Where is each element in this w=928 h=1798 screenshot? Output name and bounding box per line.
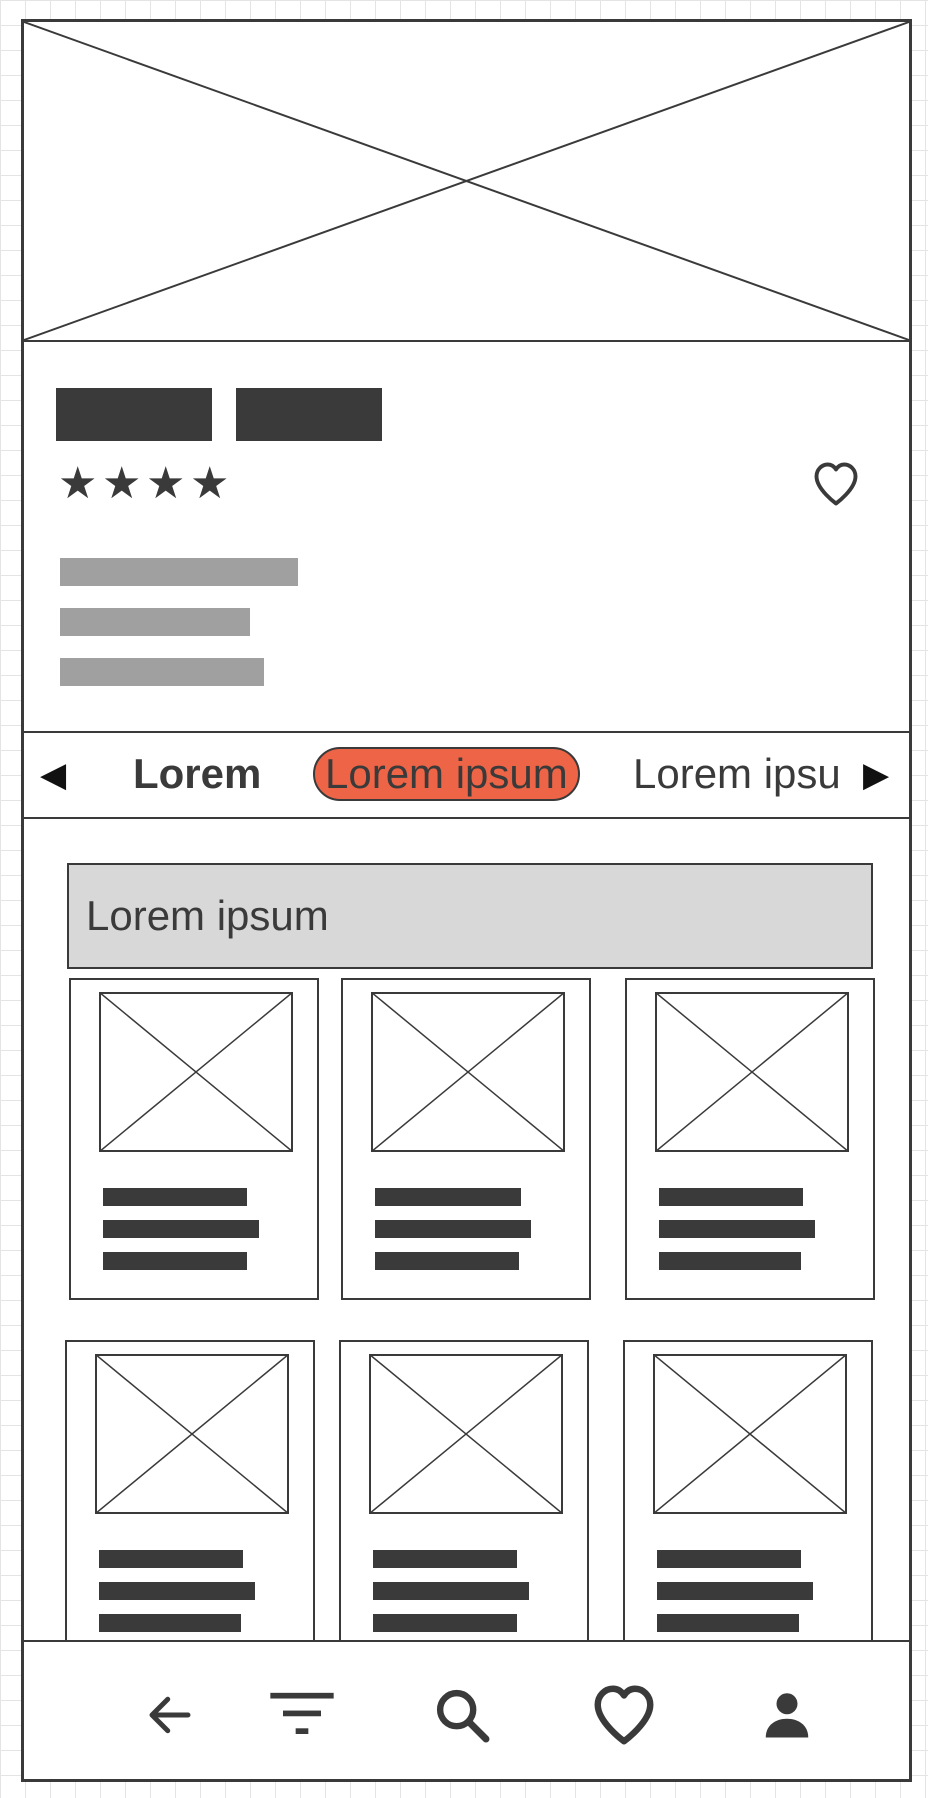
- product-title-block-1: [56, 388, 212, 441]
- tab-category-2-selected[interactable]: Lorem ipsum: [313, 747, 580, 801]
- card-text-line: [659, 1220, 815, 1238]
- heart-outline-icon: [814, 462, 858, 506]
- product-card[interactable]: [65, 1340, 315, 1662]
- phone-frame: ★ ★ ★ ★ ◀ Lorem Lorem ipsum Lorem ipsu ▶…: [21, 19, 912, 1782]
- filter-icon: [270, 1692, 334, 1734]
- star-icon: ★: [58, 459, 98, 508]
- caret-left-icon[interactable]: ◀: [40, 758, 66, 792]
- product-card[interactable]: [339, 1340, 589, 1662]
- card-text-line: [657, 1550, 801, 1568]
- card-text-line: [375, 1252, 519, 1270]
- heart-icon: [594, 1685, 654, 1744]
- card-text-line: [375, 1220, 531, 1238]
- card-text-line: [659, 1188, 803, 1206]
- product-image-placeholder: [95, 1354, 289, 1514]
- card-text-line: [373, 1582, 529, 1600]
- nav-favorites-button[interactable]: [569, 1642, 679, 1779]
- description-line: [60, 608, 250, 636]
- card-text-line: [375, 1188, 521, 1206]
- card-text-line: [659, 1252, 801, 1270]
- product-card[interactable]: [69, 978, 319, 1300]
- nav-filter-button[interactable]: [247, 1642, 357, 1779]
- star-icon: ★: [102, 459, 142, 508]
- bottom-nav-bar: [24, 1640, 909, 1779]
- card-text-line: [373, 1614, 517, 1632]
- card-text-line: [103, 1220, 259, 1238]
- user-icon: [765, 1692, 809, 1737]
- card-text-line: [103, 1188, 247, 1206]
- arrow-left-icon: [149, 1696, 191, 1733]
- description-line: [60, 558, 298, 586]
- product-image-placeholder: [99, 992, 293, 1152]
- product-card[interactable]: [341, 978, 591, 1300]
- product-image-placeholder: [369, 1354, 563, 1514]
- description-line: [60, 658, 264, 686]
- product-card[interactable]: [623, 1340, 873, 1662]
- card-text-line: [657, 1614, 799, 1632]
- card-text-line: [657, 1582, 813, 1600]
- product-title-block-2: [236, 388, 382, 441]
- product-image-placeholder: [371, 992, 565, 1152]
- card-text-line: [99, 1614, 241, 1632]
- nav-search-button[interactable]: [407, 1642, 517, 1779]
- card-text-line: [99, 1550, 243, 1568]
- product-card[interactable]: [625, 978, 875, 1300]
- card-text-line: [103, 1252, 247, 1270]
- tab-category-1[interactable]: Lorem: [133, 753, 261, 795]
- star-icon: ★: [146, 459, 186, 508]
- product-image-placeholder: [655, 992, 849, 1152]
- category-tab-bar: ◀ Lorem Lorem ipsum Lorem ipsu ▶: [24, 733, 909, 819]
- card-text-line: [99, 1582, 255, 1600]
- search-icon: [436, 1689, 490, 1742]
- caret-right-icon[interactable]: ▶: [863, 758, 889, 792]
- card-text-line: [373, 1550, 517, 1568]
- section-header: Lorem ipsum: [67, 863, 873, 969]
- nav-back-button[interactable]: [115, 1642, 225, 1779]
- section-title: Lorem ipsum: [86, 892, 329, 939]
- favorite-button[interactable]: [810, 458, 862, 510]
- tab-category-3[interactable]: Lorem ipsu: [633, 753, 841, 795]
- product-image-placeholder: [653, 1354, 847, 1514]
- nav-profile-button[interactable]: [732, 1642, 842, 1779]
- star-icon: ★: [190, 459, 230, 508]
- hero-image-placeholder: [24, 22, 909, 342]
- rating-stars: ★ ★ ★ ★: [58, 462, 258, 508]
